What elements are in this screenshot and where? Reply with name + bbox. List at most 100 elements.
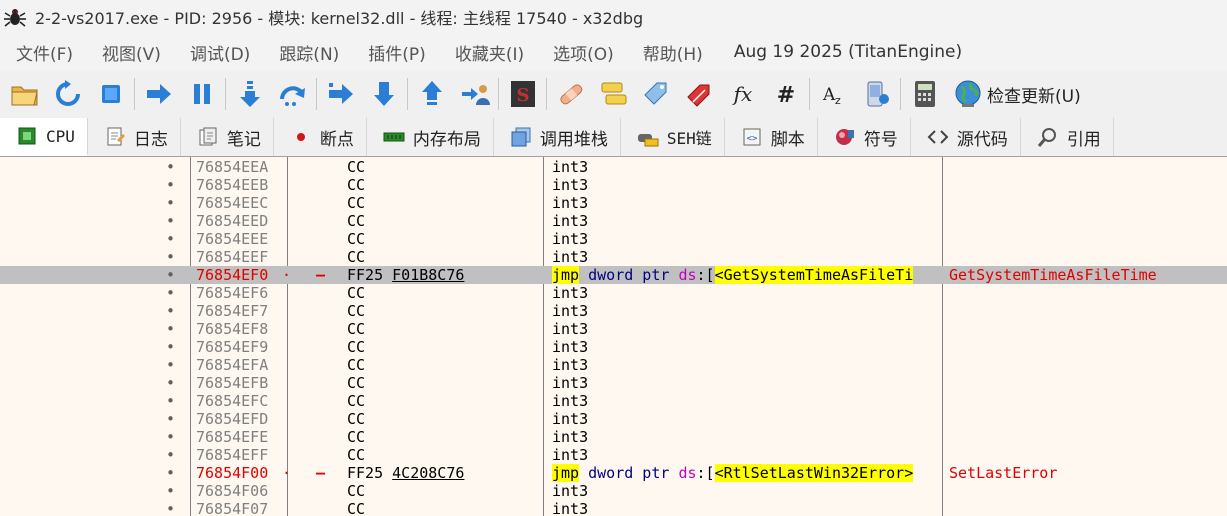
menu-options[interactable]: 选项(O): [553, 40, 614, 65]
breakpoint-gutter-dot[interactable]: •: [166, 176, 175, 194]
menu-view[interactable]: 视图(V): [102, 40, 161, 65]
breakpoint-gutter-dot[interactable]: •: [166, 392, 175, 410]
address-cell: 76854F07: [196, 500, 269, 516]
calls-icon[interactable]: [859, 76, 895, 112]
tab-cpu[interactable]: CPU: [0, 118, 88, 156]
disasm-row[interactable]: • 76854EEB CC int3: [0, 176, 1227, 194]
step-over-icon[interactable]: [275, 76, 311, 112]
disasm-row[interactable]: • 76854EFF CC int3: [0, 446, 1227, 464]
bytes-cell: CC: [347, 374, 366, 392]
execute-till-return-icon[interactable]: [414, 76, 450, 112]
disasm-row[interactable]: • 76854F07 CC int3: [0, 500, 1227, 516]
toolbar: S fx # Az 检查更新(U): [0, 70, 1227, 118]
breakpoint-gutter-dot[interactable]: •: [166, 284, 175, 302]
disasm-row[interactable]: • 76854EFE CC int3: [0, 428, 1227, 446]
tab-references[interactable]: 引用: [1021, 118, 1114, 156]
bytes-cell: CC: [347, 284, 366, 302]
patch-icon[interactable]: [553, 76, 589, 112]
breakpoint-gutter-dot[interactable]: •: [166, 428, 175, 446]
disasm-row[interactable]: • 76854EEC CC int3: [0, 194, 1227, 212]
menu-favourites[interactable]: 收藏夹(I): [455, 40, 524, 65]
disasm-row[interactable]: • 76854EF6 CC int3: [0, 284, 1227, 302]
log-icon: [104, 126, 126, 148]
instruction-cell: int3: [552, 428, 589, 446]
hash-icon[interactable]: #: [768, 76, 804, 112]
address-cell: 76854EEA: [196, 158, 269, 176]
tab-label: 符号: [863, 129, 898, 150]
disasm-row[interactable]: • 76854EFA CC int3: [0, 356, 1227, 374]
tab-log[interactable]: 日志: [88, 118, 181, 156]
run-icon[interactable]: [141, 76, 177, 112]
breakpoint-gutter-dot[interactable]: •: [166, 356, 175, 374]
tab-script[interactable]: <> 脚本: [725, 118, 818, 156]
open-folder-icon[interactable]: [7, 76, 43, 112]
bytes-cell: CC: [347, 410, 366, 428]
menu-help[interactable]: 帮助(H): [643, 40, 703, 65]
menu-debug[interactable]: 调试(D): [190, 40, 250, 65]
disasm-row[interactable]: • 76854F06 CC int3: [0, 482, 1227, 500]
tab-call-stack[interactable]: 调用堆栈: [494, 118, 621, 156]
notes-icon: [197, 126, 219, 148]
trace-over-icon[interactable]: [366, 76, 402, 112]
menu-file[interactable]: 文件(F): [16, 40, 73, 65]
breakpoint-gutter-dot[interactable]: •: [166, 302, 175, 320]
trace-into-icon[interactable]: [323, 76, 359, 112]
comments-icon[interactable]: [596, 76, 632, 112]
bytes-opcode: FF25: [347, 266, 384, 284]
tab-memory-map[interactable]: 内存布局: [367, 118, 494, 156]
check-update-button[interactable]: 检查更新(U): [953, 76, 1081, 112]
stop-icon[interactable]: [93, 76, 129, 112]
disasm-row[interactable]: • 76854EEE CC int3: [0, 230, 1227, 248]
breakpoint-gutter-dot[interactable]: •: [166, 212, 175, 230]
breakpoint-gutter-dot[interactable]: •: [166, 266, 175, 284]
breakpoint-gutter-dot[interactable]: •: [166, 230, 175, 248]
pause-icon[interactable]: [184, 76, 220, 112]
address-cell: 76854EF7: [196, 302, 269, 320]
disasm-row[interactable]: • 76854EF0 · — FF25 F01B8C76 jmp dword ptr ds…: [0, 266, 1227, 284]
run-to-user-code-icon[interactable]: [457, 76, 493, 112]
breakpoint-gutter-dot[interactable]: •: [166, 446, 175, 464]
restart-icon[interactable]: [50, 76, 86, 112]
disasm-row[interactable]: • 76854EF7 CC int3: [0, 302, 1227, 320]
breakpoint-gutter-dot[interactable]: •: [166, 338, 175, 356]
disasm-row[interactable]: • 76854EEF CC int3: [0, 248, 1227, 266]
disasm-row[interactable]: • 76854EF9 CC int3: [0, 338, 1227, 356]
svg-text:z: z: [835, 94, 841, 107]
jump-line-icon: —: [316, 464, 326, 482]
menu-trace[interactable]: 跟踪(N): [279, 40, 339, 65]
labels-icon[interactable]: [639, 76, 675, 112]
memory-chip-icon: [383, 126, 405, 148]
breakpoint-gutter-dot[interactable]: •: [166, 248, 175, 266]
strings-icon[interactable]: Az: [816, 76, 852, 112]
breakpoint-gutter-dot[interactable]: •: [166, 320, 175, 338]
scylla-icon[interactable]: S: [505, 76, 541, 112]
disasm-row[interactable]: • 76854EF8 CC int3: [0, 320, 1227, 338]
menu-plugins[interactable]: 插件(P): [368, 40, 426, 65]
tab-breakpoints[interactable]: 断点: [274, 118, 367, 156]
svg-text:fx: fx: [732, 82, 753, 106]
disasm-row[interactable]: • 76854EFD CC int3: [0, 410, 1227, 428]
breakpoint-gutter-dot[interactable]: •: [166, 158, 175, 176]
calculator-icon[interactable]: [907, 76, 943, 112]
disassembly-view[interactable]: • 76854EEA CC int3 • 76854EEB CC int3 • 76854EEC C…: [0, 157, 1227, 516]
disasm-row[interactable]: • 76854EFC CC int3: [0, 392, 1227, 410]
seh-chain-icon: [637, 126, 659, 148]
breakpoint-gutter-dot[interactable]: •: [166, 194, 175, 212]
disasm-row[interactable]: • 76854F00 · — FF25 4C208C76 jmp dword ptr ds…: [0, 464, 1227, 482]
tab-source[interactable]: 源代码: [911, 118, 1021, 156]
bookmarks-icon[interactable]: [682, 76, 718, 112]
functions-icon[interactable]: fx: [725, 76, 761, 112]
disasm-row[interactable]: • 76854EEA CC int3: [0, 158, 1227, 176]
breakpoint-gutter-dot[interactable]: •: [166, 410, 175, 428]
instruction-cell: int3: [552, 176, 589, 194]
tab-symbols[interactable]: 符号: [818, 118, 911, 156]
breakpoint-gutter-dot[interactable]: •: [166, 464, 175, 482]
step-into-icon[interactable]: [232, 76, 268, 112]
breakpoint-gutter-dot[interactable]: •: [166, 374, 175, 392]
breakpoint-gutter-dot[interactable]: •: [166, 482, 175, 500]
breakpoint-gutter-dot[interactable]: •: [166, 500, 175, 516]
disasm-row[interactable]: • 76854EED CC int3: [0, 212, 1227, 230]
tab-notes[interactable]: 笔记: [181, 118, 274, 156]
tab-seh-chain[interactable]: SEH链: [621, 118, 725, 156]
disasm-row[interactable]: • 76854EFB CC int3: [0, 374, 1227, 392]
